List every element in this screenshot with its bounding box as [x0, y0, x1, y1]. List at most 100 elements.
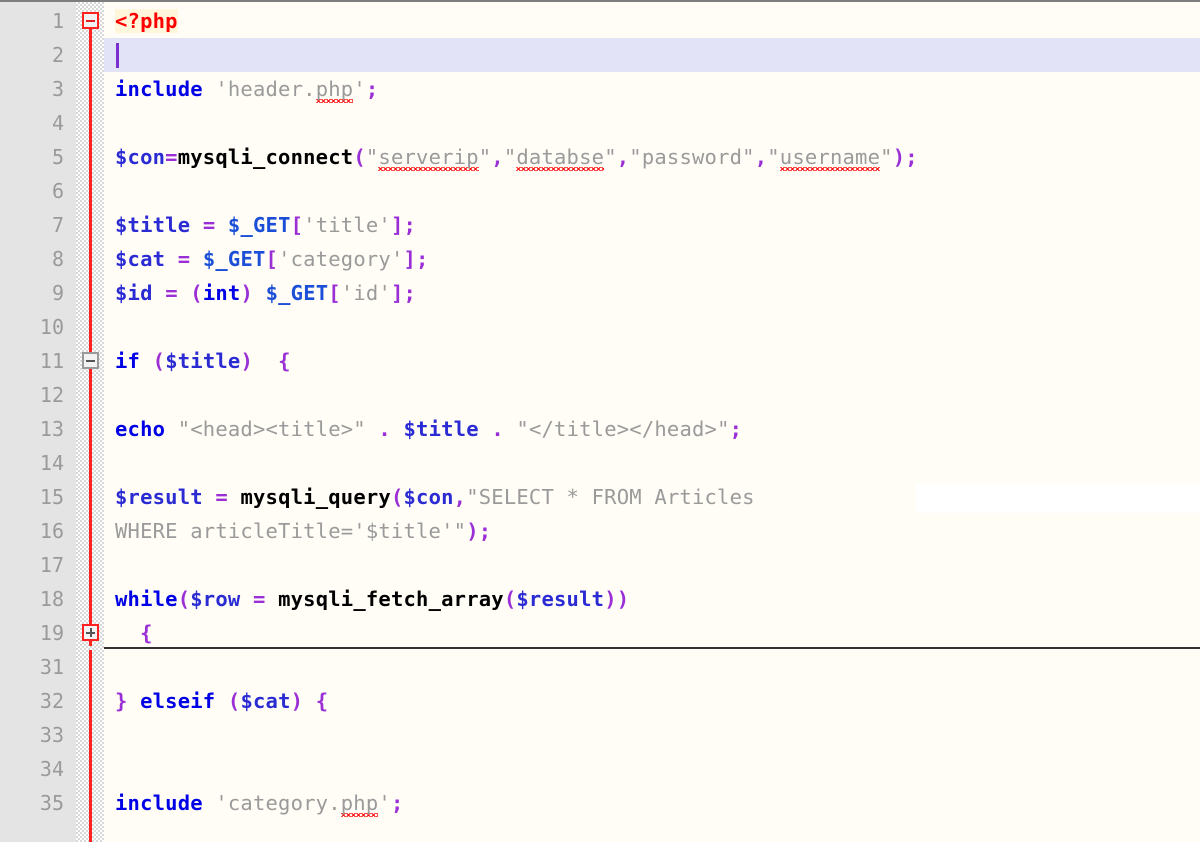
code-token-string: "SELECT * FROM Articles [466, 485, 768, 509]
code-token-keyword: echo [115, 417, 166, 441]
code-line[interactable]: include 'header.php'; [104, 72, 1200, 106]
code-token-keyword: while [115, 587, 178, 611]
fold-collapse-icon[interactable] [82, 352, 99, 369]
code-token-punct: ; [729, 417, 743, 441]
code-token-op: = [165, 145, 178, 169]
line-number-gutter: 1 2 3 4 5 6 7 8 9 10 11 12 13 14 15 16 17 18 19 31 32 33 34 35 [0, 2, 76, 842]
line-number: 17 [39, 553, 64, 577]
code-text-area[interactable]: <?php include 'header.php'; $con=mysqli_co… [104, 2, 1200, 842]
collapsed-fold-rule [104, 647, 1200, 649]
code-line[interactable]: { [104, 616, 1200, 650]
code-line[interactable] [104, 446, 1200, 480]
code-line[interactable]: $con=mysqli_connect("serverip","databse"… [104, 140, 1200, 174]
line-number: 12 [39, 383, 64, 407]
code-line[interactable] [104, 174, 1200, 208]
code-line[interactable]: include 'category.php'; [104, 786, 1200, 820]
code-line[interactable]: <?php [104, 4, 1200, 38]
line-number: 35 [39, 791, 64, 815]
code-editor[interactable]: 1 2 3 4 5 6 7 8 9 10 11 12 13 14 15 16 17 18 19 31 32 33 34 35 … [0, 0, 1200, 842]
code-line[interactable]: echo "<head><title>" . $title . "</title… [104, 412, 1200, 446]
fold-sign-icon [86, 356, 95, 365]
code-token-string: php [340, 791, 379, 815]
code-line[interactable]: } elseif ($cat) { [104, 684, 1200, 718]
code-token-string: 'category' [278, 247, 404, 271]
fold-rail-lower [89, 650, 92, 842]
code-token-punct: ] [391, 281, 404, 305]
line-number: 32 [39, 689, 64, 713]
code-line[interactable] [104, 38, 1200, 72]
code-line[interactable] [104, 718, 1200, 752]
blank-overlay-region [916, 483, 1200, 513]
code-token-string: 'title' [303, 213, 391, 237]
line-number: 1 [51, 9, 64, 33]
code-token-string: 'category. [215, 791, 341, 815]
code-token-punct: ) [240, 349, 253, 373]
code-token-punct: ; [403, 213, 417, 237]
code-line[interactable]: $id = (int) $_GET['id']; [104, 276, 1200, 310]
code-token-punct: , [754, 145, 768, 169]
code-token-string: " [478, 145, 492, 169]
code-token-op: = [202, 213, 216, 237]
code-token-punct: { [140, 621, 153, 645]
code-token-string: $title [365, 519, 442, 543]
fold-rail-upper [89, 12, 92, 646]
code-token-string: 'id' [340, 281, 391, 305]
code-line[interactable] [104, 378, 1200, 412]
code-line[interactable]: if ($title) { [104, 344, 1200, 378]
fold-sign-icon [86, 16, 95, 25]
code-token-string: " [767, 145, 780, 169]
code-line[interactable] [104, 310, 1200, 344]
code-token-punct: ( [390, 485, 404, 509]
code-line[interactable] [104, 106, 1200, 140]
line-number: 31 [39, 655, 64, 679]
code-token-string: WHERE articleTitle=' [115, 519, 366, 543]
code-token-op: = [177, 247, 191, 271]
code-line[interactable] [104, 650, 1200, 684]
code-line[interactable]: $cat = $_GET['category']; [104, 242, 1200, 276]
code-token-string: '" [441, 519, 467, 543]
code-token-var: $cat [115, 247, 166, 271]
code-token-punct: ) [290, 689, 304, 713]
code-token-var: $title [403, 417, 479, 441]
code-token-string: php [315, 77, 354, 101]
line-number: 10 [39, 315, 64, 339]
code-token-string: "password" [629, 145, 755, 169]
line-number: 18 [39, 587, 64, 611]
line-number: 33 [39, 723, 64, 747]
code-token-punct: ) [604, 587, 617, 611]
fold-sign-icon [86, 628, 95, 637]
fold-margin[interactable] [76, 2, 104, 842]
line-number: 6 [51, 179, 64, 203]
code-token-string: serverip [378, 145, 479, 169]
code-line[interactable]: while($row = mysqli_fetch_array($result)… [104, 582, 1200, 616]
line-number: 14 [39, 451, 64, 475]
code-line[interactable] [104, 548, 1200, 582]
code-token-punct: ( [177, 587, 191, 611]
fold-expand-icon[interactable] [82, 624, 99, 641]
code-token-var: $result [115, 485, 203, 509]
code-token-punct: ) [616, 587, 630, 611]
code-token-keyword: include [115, 77, 203, 101]
code-token-string: " [503, 145, 517, 169]
code-token-var: $con [115, 145, 166, 169]
code-line[interactable]: WHERE articleTitle='$title'"); [104, 514, 1200, 548]
code-token-punct: { [315, 689, 329, 713]
code-token-punct: [ [328, 281, 341, 305]
code-token-string: username [779, 145, 881, 169]
line-number: 3 [51, 77, 64, 101]
code-line[interactable] [104, 752, 1200, 786]
fold-collapse-icon[interactable] [82, 12, 99, 29]
code-line[interactable]: $title = $_GET['title']; [104, 208, 1200, 242]
